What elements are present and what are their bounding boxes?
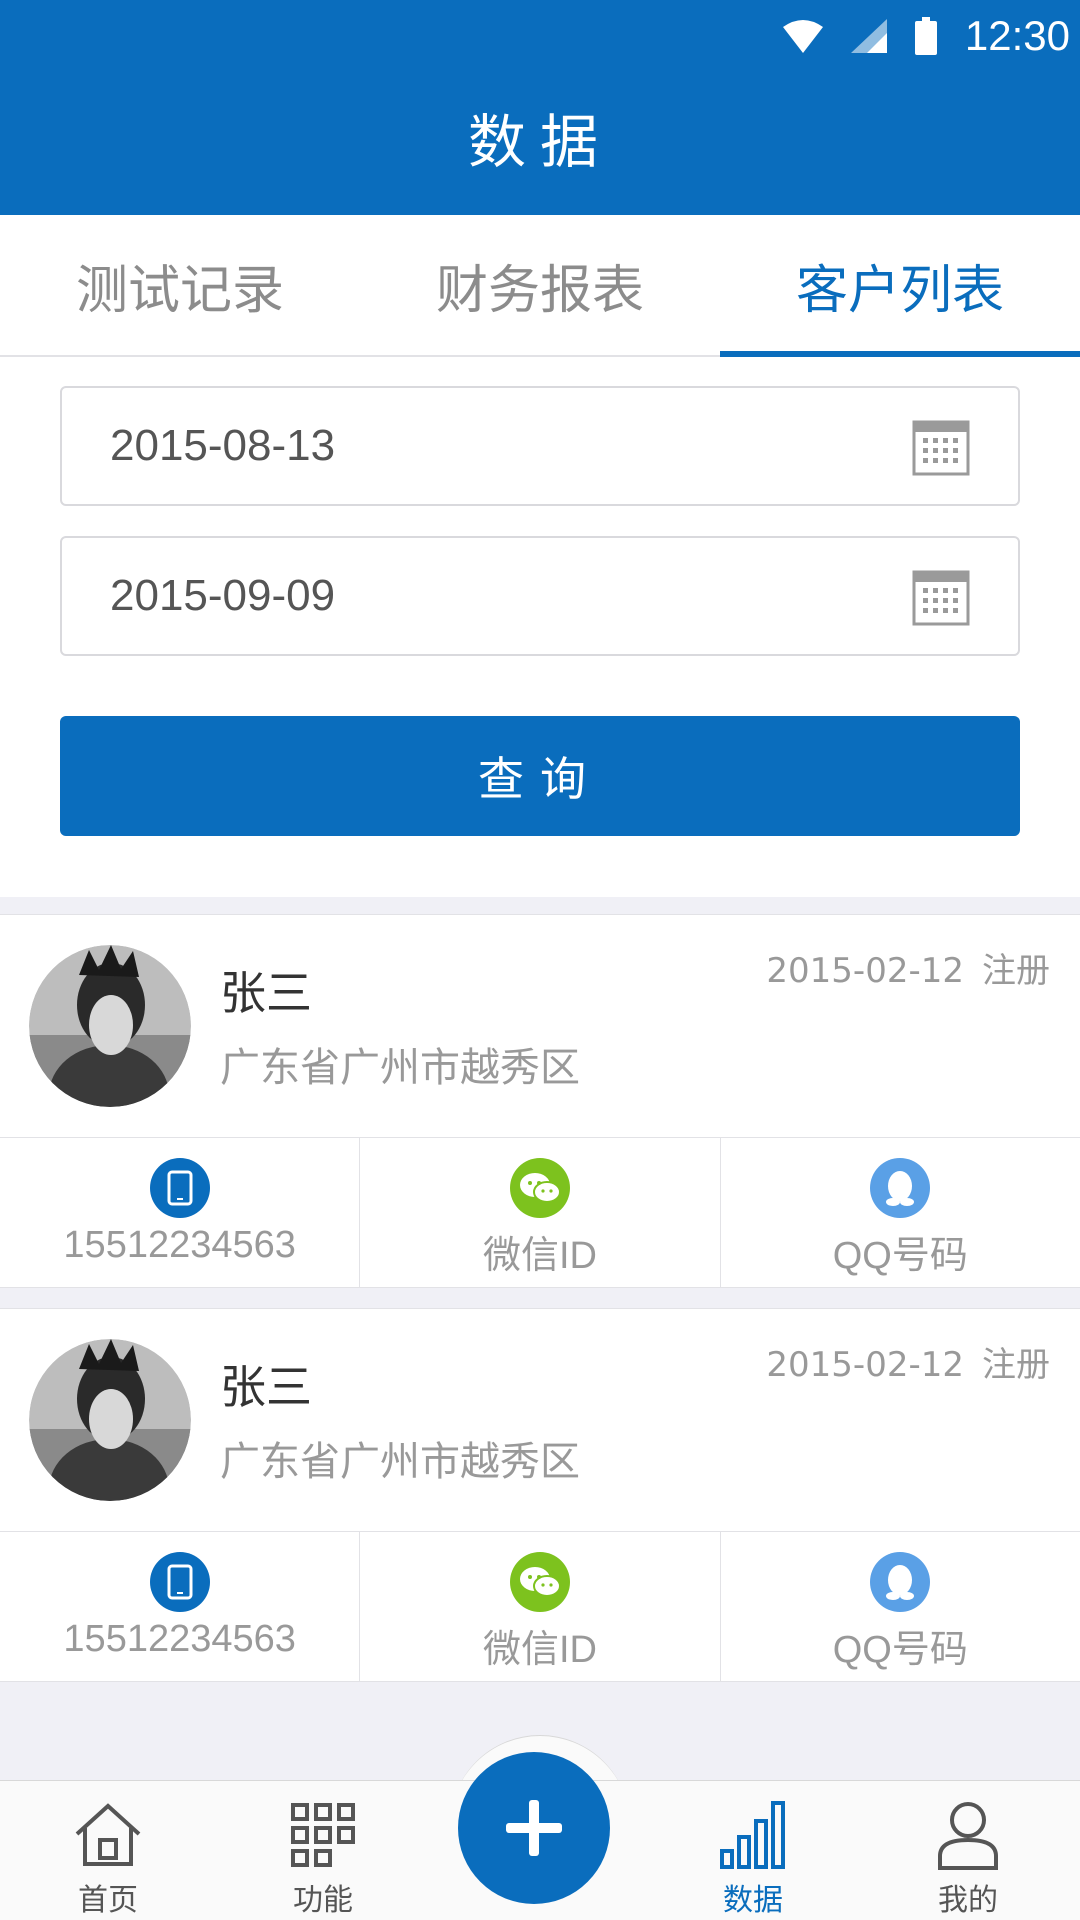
tab-bar: 测试记录 财务报表 客户列表 (0, 215, 1080, 357)
search-panel: 2015-08-13 2015-09-09 查询 (0, 357, 1080, 897)
customer-address: 广东省广州市越秀区 (220, 1439, 580, 1485)
status-time: 12:30 (964, 12, 1070, 59)
nav-item-features[interactable]: 功能 (223, 1781, 423, 1920)
qq-number: QQ号码 (832, 1235, 968, 1277)
qq-contact[interactable]: QQ号码 (721, 1138, 1080, 1288)
nav-item-mine[interactable]: 我的 (868, 1781, 1068, 1920)
avatar (29, 945, 191, 1107)
bar-chart-icon (720, 1801, 785, 1869)
wechat-contact[interactable]: 微信ID (360, 1532, 721, 1682)
customer-address: 广东省广州市越秀区 (220, 1045, 580, 1091)
nav-label-home: 首页 (78, 1883, 138, 1918)
end-date-value: 2015-09-09 (110, 571, 336, 620)
home-icon (75, 1803, 141, 1866)
avatar (29, 1339, 191, 1501)
customer-name: 张三 (220, 1360, 312, 1414)
wechat-contact[interactable]: 微信ID (360, 1138, 721, 1288)
plus-icon (506, 1800, 562, 1856)
contact-row: 15512234563 微信ID QQ号码 (0, 1137, 1080, 1288)
qq-contact[interactable]: QQ号码 (721, 1532, 1080, 1682)
end-date-field[interactable]: 2015-09-09 (60, 536, 1020, 656)
user-icon (938, 1802, 998, 1870)
tab-customer-list[interactable]: 客户列表 (720, 215, 1080, 357)
registration-date: 2015-02-12 (766, 951, 964, 991)
nav-item-data[interactable]: 数据 (653, 1781, 853, 1920)
registration-label: 注册 (982, 951, 1050, 991)
contact-row: 15512234563 微信ID QQ号码 (0, 1531, 1080, 1682)
calendar-icon[interactable] (912, 566, 970, 626)
phone-number: 15512234563 (63, 1224, 296, 1266)
nav-label-features: 功能 (293, 1883, 353, 1918)
wechat-id: 微信ID (482, 1235, 597, 1277)
start-date-value: 2015-08-13 (110, 421, 336, 470)
phone-number: 15512234563 (63, 1618, 296, 1660)
phone-contact[interactable]: 15512234563 (0, 1532, 361, 1682)
add-button[interactable] (458, 1752, 610, 1904)
page-title: 数据 (467, 108, 612, 176)
phone-icon (149, 1158, 210, 1218)
tab-test-records[interactable]: 测试记录 (0, 215, 360, 355)
app-header: 12:30 数据 (0, 0, 1080, 215)
nav-label-data: 数据 (723, 1883, 783, 1918)
qq-icon (870, 1158, 931, 1218)
start-date-field[interactable]: 2015-08-13 (60, 386, 1020, 506)
qq-number: QQ号码 (832, 1629, 968, 1671)
customer-card[interactable]: 张三 广东省广州市越秀区 2015-02-12 注册 15512234563 微信… (0, 914, 1080, 1288)
wechat-id: 微信ID (482, 1629, 597, 1671)
wifi-icon (782, 20, 823, 53)
registration-info: 2015-02-12 注册 (766, 1337, 1050, 1386)
wechat-icon (509, 1552, 570, 1612)
customer-name: 张三 (220, 966, 312, 1020)
signal-icon (850, 19, 887, 53)
customer-card[interactable]: 张三 广东省广州市越秀区 2015-02-12 注册 15512234563 微信… (0, 1308, 1080, 1682)
battery-icon (914, 17, 937, 55)
query-button[interactable]: 查询 (60, 716, 1020, 836)
grid-icon (291, 1803, 355, 1867)
qq-icon (870, 1552, 931, 1612)
registration-info: 2015-02-12 注册 (766, 943, 1050, 992)
wechat-icon (509, 1158, 570, 1218)
nav-label-mine: 我的 (938, 1883, 998, 1918)
tab-financial-reports[interactable]: 财务报表 (360, 215, 720, 355)
status-bar: 12:30 (782, 10, 1070, 62)
phone-contact[interactable]: 15512234563 (0, 1138, 361, 1288)
phone-icon (149, 1552, 210, 1612)
calendar-icon[interactable] (912, 416, 970, 476)
registration-date: 2015-02-12 (766, 1345, 964, 1385)
registration-label: 注册 (982, 1345, 1050, 1385)
nav-item-home[interactable]: 首页 (8, 1781, 208, 1920)
